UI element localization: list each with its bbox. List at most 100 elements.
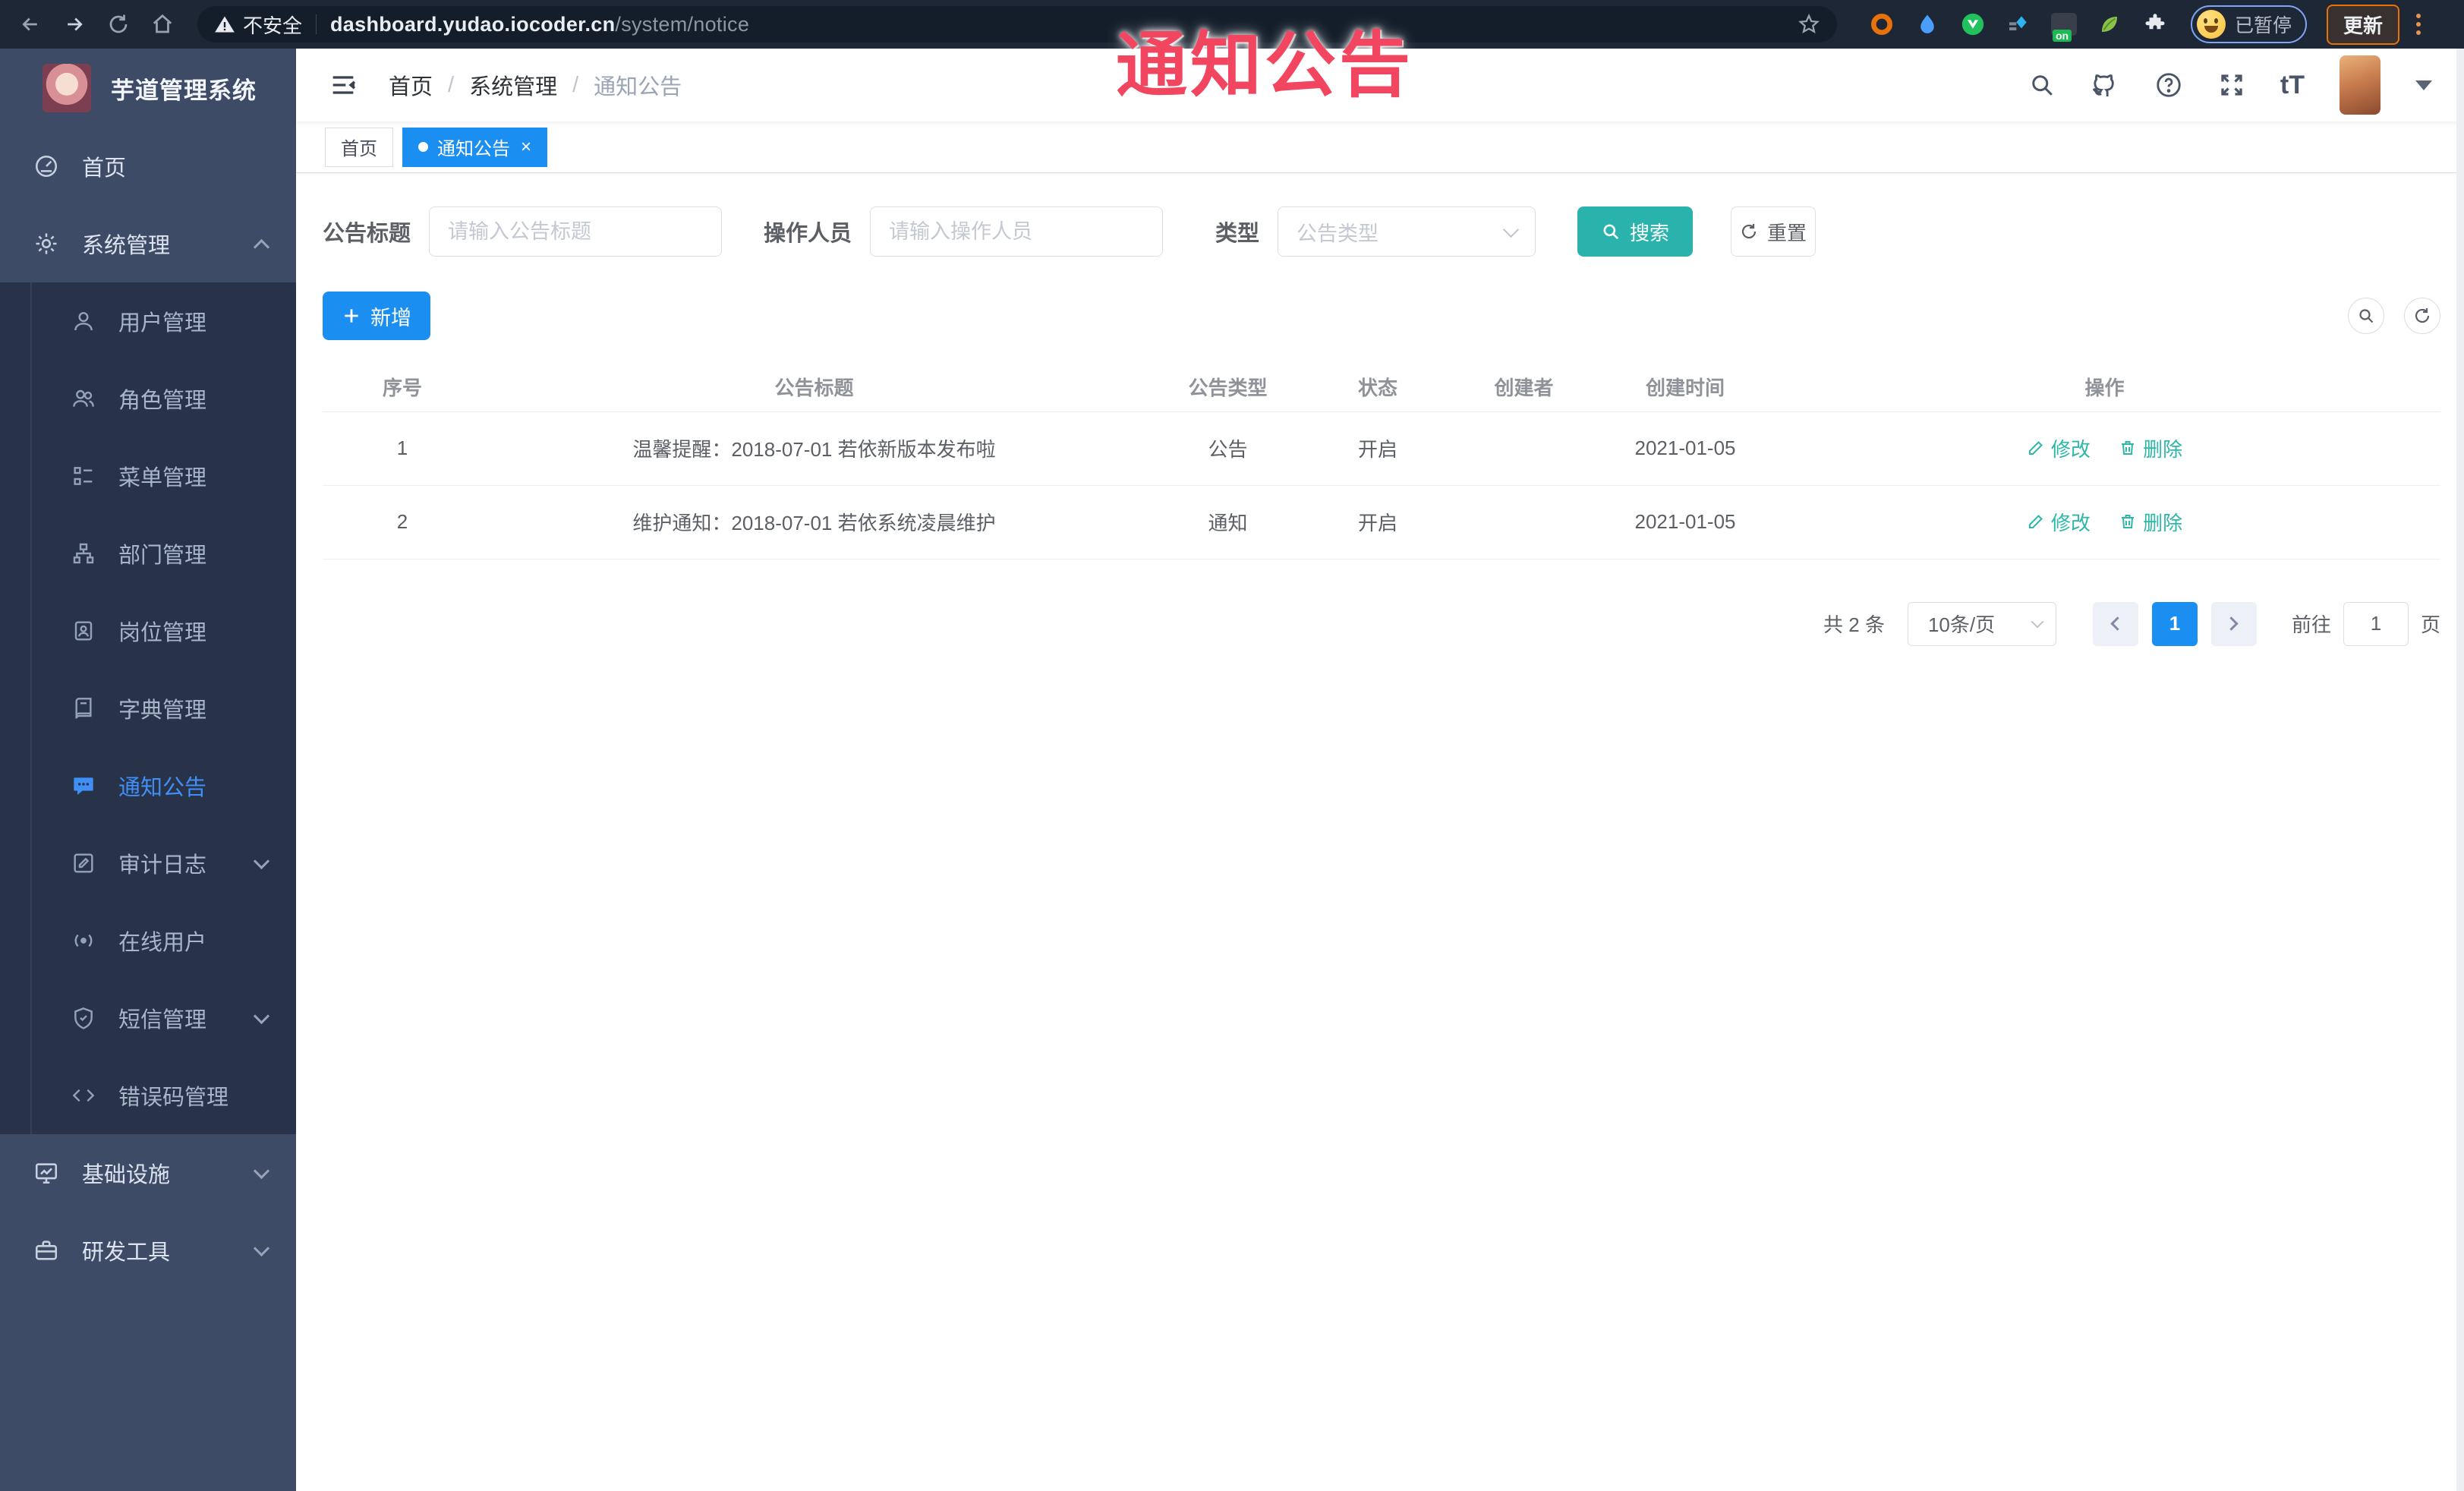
security-chip[interactable]: 不安全	[214, 11, 302, 39]
sidebar-item-label: 字典管理	[118, 698, 207, 723]
plus-icon	[342, 306, 361, 326]
sidebar-item-devtools[interactable]: 研发工具	[0, 1212, 296, 1289]
breadcrumb-current: 通知公告	[594, 75, 682, 99]
sidebar-logo[interactable]: 芋道管理系统	[0, 49, 296, 128]
notice-title-input[interactable]	[429, 206, 723, 257]
chevron-down-icon	[253, 1162, 270, 1179]
sidebar-item-departments[interactable]: 部门管理	[0, 515, 296, 592]
operator-input[interactable]	[870, 206, 1164, 257]
tab-close-icon[interactable]: ×	[521, 137, 531, 156]
sidebar-item-label: 基础设施	[82, 1163, 171, 1187]
header-search-icon[interactable]	[2028, 71, 2056, 99]
help-icon[interactable]	[2154, 71, 2183, 99]
breadcrumb-home[interactable]: 首页	[389, 69, 433, 101]
font-size-icon[interactable]: tT	[2280, 71, 2305, 100]
user-caret-down-icon[interactable]	[2415, 80, 2432, 90]
sidebar-item-posts[interactable]: 岗位管理	[0, 592, 296, 670]
sidebar-item-error-codes[interactable]: 错误码管理	[0, 1057, 296, 1134]
sidebar-item-online-users[interactable]: 在线用户	[0, 902, 296, 979]
page-number-button[interactable]: 1	[2151, 601, 2198, 646]
dashboard-icon	[33, 153, 59, 179]
sidebar-item-users[interactable]: 用户管理	[0, 282, 296, 360]
sidebar-item-menus[interactable]: 菜单管理	[0, 437, 296, 515]
breadcrumb-separator: /	[448, 72, 455, 97]
cell-actions: 修改 删除	[1769, 485, 2440, 560]
edit-link-label: 修改	[2050, 511, 2091, 534]
sidebar-item-system[interactable]: 系统管理	[0, 205, 296, 282]
cell-status: 开启	[1309, 485, 1446, 560]
delete-link[interactable]: 删除	[2119, 508, 2182, 536]
page-scrollbar[interactable]	[2456, 49, 2464, 1491]
search-icon	[1601, 222, 1621, 241]
filter-title-label: 公告标题	[323, 222, 411, 246]
online-signal-icon	[71, 928, 96, 953]
github-icon[interactable]	[2091, 71, 2119, 99]
annotation-title: 通知公告	[1116, 25, 1414, 105]
sidebar-item-label: 在线用户	[118, 931, 207, 955]
extension-leaf-icon[interactable]	[2097, 11, 2122, 37]
browser-forward-icon[interactable]	[58, 8, 91, 41]
reset-button[interactable]: 重置	[1731, 206, 1816, 257]
next-page-button[interactable]	[2210, 601, 2257, 646]
trash-icon	[2119, 512, 2137, 531]
edit-link[interactable]: 修改	[2027, 508, 2091, 536]
cell-index: 1	[323, 411, 482, 486]
breadcrumb-system[interactable]: 系统管理	[469, 69, 557, 101]
sidebar-item-label: 首页	[82, 156, 127, 181]
extension-proxy-icon[interactable]: on	[2051, 11, 2077, 42]
sidebar-item-infrastructure[interactable]: 基础设施	[0, 1134, 296, 1212]
browser-home-icon[interactable]	[146, 8, 179, 41]
page-size-select[interactable]: 10条/页	[1907, 601, 2056, 646]
notice-type-select[interactable]: 公告类型	[1278, 206, 1536, 257]
url-bar[interactable]: 不安全 dashboard.yudao.iocoder.cn/system/no…	[197, 6, 1837, 43]
goto-page-input[interactable]	[2343, 601, 2409, 646]
profile-paused-pill[interactable]: 已暂停	[2191, 5, 2308, 43]
column-header-created: 创建时间	[1602, 363, 1769, 412]
extensions-puzzle-icon[interactable]	[2142, 11, 2168, 37]
chevron-up-icon	[253, 238, 270, 255]
page-content: 公告标题 操作人员 类型 公告类型 搜索 重置	[296, 173, 2464, 646]
column-header-actions: 操作	[1769, 363, 2440, 412]
chevron-down-icon	[253, 1240, 270, 1256]
tab-notice[interactable]: 通知公告 ×	[402, 127, 548, 167]
briefcase-icon	[33, 1237, 59, 1263]
filter-type-label: 类型	[1215, 222, 1260, 246]
user-avatar[interactable]	[2340, 55, 2381, 115]
sidebar-item-label: 角色管理	[118, 389, 207, 413]
cell-actions: 修改 删除	[1769, 411, 2440, 486]
log-edit-icon	[71, 851, 96, 875]
column-header-type: 公告类型	[1146, 363, 1309, 412]
bookmark-star-icon[interactable]	[1798, 13, 1820, 36]
extension-blue-drop-icon[interactable]	[1914, 11, 1940, 37]
sidebar-item-sms[interactable]: 短信管理	[0, 979, 296, 1057]
extension-blue-diamond-icon[interactable]	[2006, 11, 2031, 37]
breadcrumb: 首页 / 系统管理 / 通知公告	[389, 69, 682, 101]
table-refresh-button[interactable]	[2404, 298, 2440, 334]
tab-label: 通知公告	[437, 139, 510, 159]
sidebar-item-notice[interactable]: 通知公告	[0, 747, 296, 824]
tab-home[interactable]: 首页	[325, 127, 393, 167]
browser-back-icon[interactable]	[14, 8, 47, 41]
table-search-toggle-button[interactable]	[2348, 298, 2384, 334]
delete-link[interactable]: 删除	[2119, 434, 2182, 462]
sidebar-item-label: 短信管理	[118, 1008, 207, 1032]
cell-status: 开启	[1309, 411, 1446, 486]
edit-link[interactable]: 修改	[2027, 434, 2091, 462]
prev-page-button[interactable]	[2092, 601, 2138, 646]
sidebar-item-home[interactable]: 首页	[0, 128, 296, 205]
sidebar-item-audit-log[interactable]: 审计日志	[0, 824, 296, 902]
collapse-sidebar-icon[interactable]	[328, 70, 358, 100]
sidebar-item-dictionary[interactable]: 字典管理	[0, 670, 296, 747]
browser-update-button[interactable]: 更新	[2327, 4, 2400, 45]
search-button[interactable]: 搜索	[1577, 206, 1694, 257]
add-button[interactable]: 新增	[323, 292, 430, 340]
browser-menu-icon[interactable]	[2416, 14, 2421, 35]
browser-reload-icon[interactable]	[102, 8, 135, 41]
sidebar-item-label: 研发工具	[82, 1240, 171, 1265]
column-header-title: 公告标题	[482, 363, 1146, 412]
user-icon	[71, 309, 96, 333]
extension-vue-devtools-icon[interactable]	[1960, 11, 1986, 37]
sidebar-item-roles[interactable]: 角色管理	[0, 360, 296, 437]
fullscreen-icon[interactable]	[2218, 71, 2245, 99]
extension-orange-ring-icon[interactable]	[1869, 11, 1895, 37]
